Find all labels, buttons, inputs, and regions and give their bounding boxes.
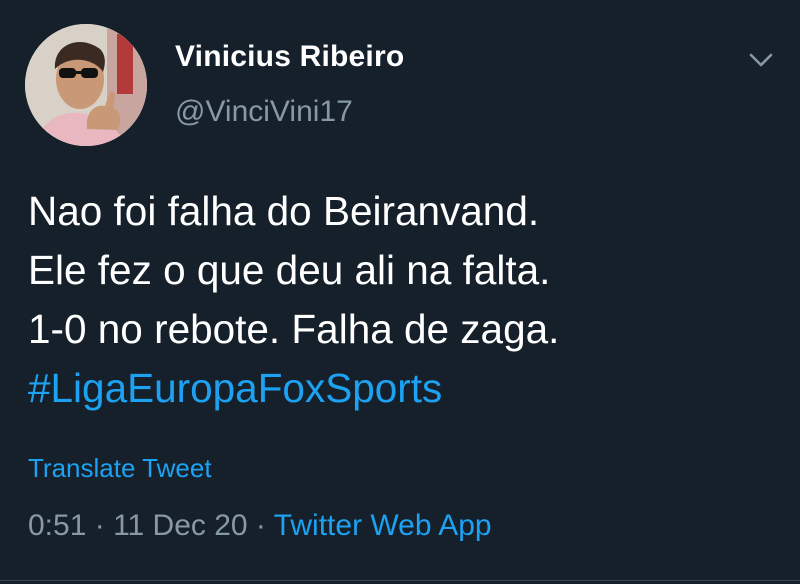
tweet-text-line: Ele fez o que deu ali na falta. [28, 247, 551, 293]
chevron-down-icon[interactable] [746, 48, 776, 72]
tweet-metadata: 0:51 · 11 Dec 20 · Twitter Web App [28, 509, 492, 543]
tweet-text: Nao foi falha do Beiranvand. Ele fez o q… [28, 182, 768, 418]
tweet-time[interactable]: 0:51 [28, 509, 86, 542]
user-display-name[interactable]: Vinicius Ribeiro [175, 40, 404, 74]
user-handle[interactable]: @VinciVini17 [175, 95, 353, 129]
tweet-date[interactable]: 11 Dec 20 [113, 509, 248, 542]
tweet-text-line: 1-0 no rebote. Falha de zaga. [28, 306, 560, 352]
translate-tweet-link[interactable]: Translate Tweet [28, 453, 212, 484]
avatar[interactable] [25, 24, 147, 146]
divider [0, 580, 800, 581]
meta-separator: · [86, 509, 114, 542]
tweet-text-line: Nao foi falha do Beiranvand. [28, 188, 540, 234]
hashtag-link[interactable]: #LigaEuropaFoxSports [28, 359, 768, 418]
tweet-source-link[interactable]: Twitter Web App [274, 509, 492, 542]
meta-separator: · [247, 509, 274, 542]
avatar-image [25, 24, 147, 146]
